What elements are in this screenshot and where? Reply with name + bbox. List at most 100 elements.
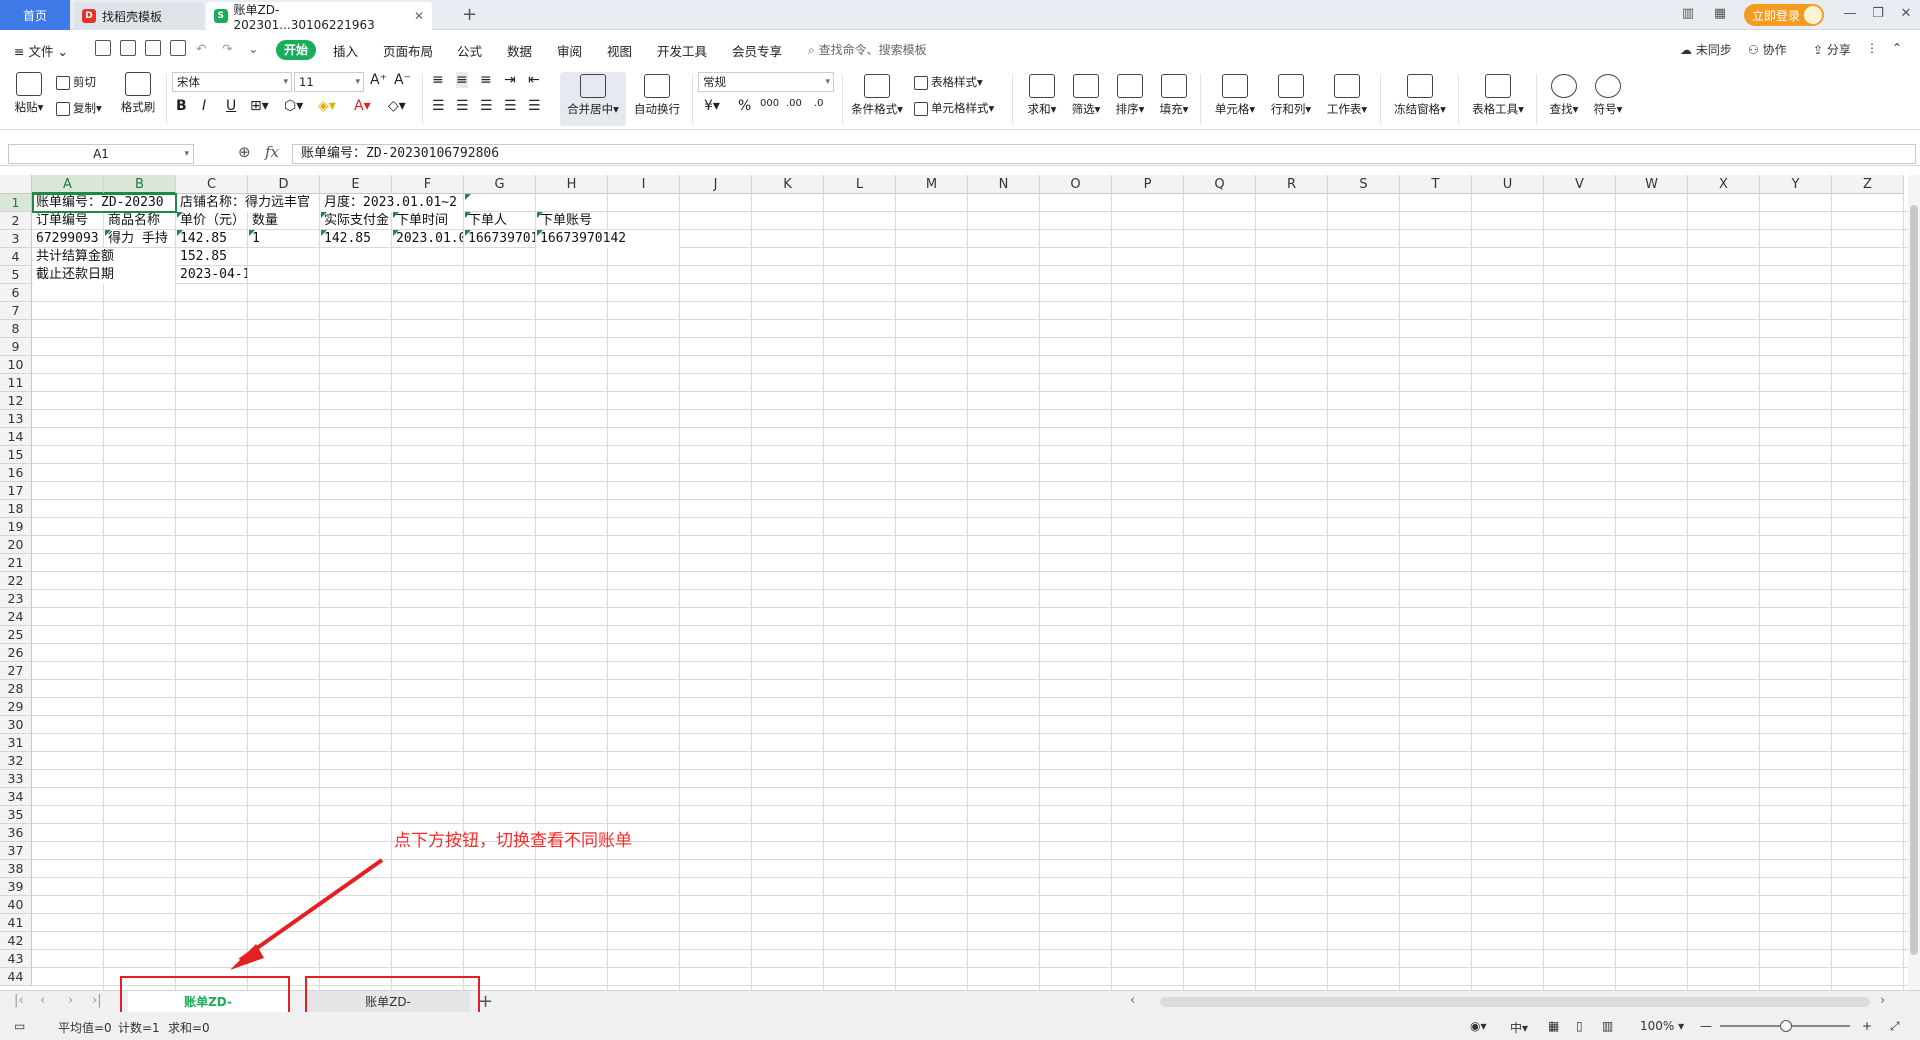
row-header-31[interactable]: 31 [0, 734, 32, 752]
italic-icon[interactable]: I [202, 98, 206, 114]
cell-c5[interactable]: 2023-04-14 [177, 266, 247, 284]
row-header-9[interactable]: 9 [0, 338, 32, 356]
prev-sheet-icon[interactable]: ‹ [40, 993, 45, 1008]
menu-page-layout[interactable]: 页面布局 [383, 41, 433, 60]
cell-e2[interactable]: 实际支付金 [321, 212, 391, 230]
row-header-30[interactable]: 30 [0, 716, 32, 734]
currency-icon[interactable]: ¥▾ [704, 98, 720, 114]
sort-button[interactable]: 排序▾ [1112, 74, 1148, 117]
row-header-1[interactable]: 1 [0, 194, 32, 212]
align-bottom-icon[interactable]: ≡ [480, 72, 492, 88]
close-icon[interactable]: ✕ [414, 9, 424, 23]
cell-c1[interactable]: 店铺名称：得力远丰官 [177, 194, 319, 212]
fill-color-icon[interactable]: ◈▾ [318, 98, 336, 114]
cut-button[interactable]: 剪切 [56, 74, 96, 90]
row-header-10[interactable]: 10 [0, 356, 32, 374]
row-header-13[interactable]: 13 [0, 410, 32, 428]
align-top-icon[interactable]: ≡ [432, 72, 444, 88]
menu-data[interactable]: 数据 [507, 41, 532, 60]
row-header-12[interactable]: 12 [0, 392, 32, 410]
row-header-16[interactable]: 16 [0, 464, 32, 482]
hscroll-right-icon[interactable]: › [1880, 993, 1885, 1008]
eye-icon[interactable]: ◉▾ [1470, 1019, 1487, 1033]
cell-a4[interactable]: 共计结算金额 [33, 248, 175, 266]
percent-icon[interactable]: % [738, 98, 751, 114]
name-box[interactable]: A1 ▾ [8, 144, 194, 164]
new-tab-button[interactable]: + [462, 4, 477, 25]
row-header-17[interactable]: 17 [0, 482, 32, 500]
decrease-font-icon[interactable]: A⁻ [394, 72, 411, 88]
conditional-format-button[interactable]: 条件格式▾ [848, 74, 906, 117]
tab-docer[interactable]: D 找稻壳模板 [74, 2, 204, 30]
cell-style-button[interactable]: 单元格样式▾ [914, 100, 994, 116]
redo-icon[interactable]: ↷ [222, 41, 232, 56]
align-center-icon[interactable]: ☰ [456, 98, 469, 114]
row-header-41[interactable]: 41 [0, 914, 32, 932]
login-button[interactable]: 立即登录 [1744, 4, 1824, 26]
font-size-select[interactable]: 11 ▾ [294, 72, 364, 92]
collab-button[interactable]: ⚇ 协作 [1748, 41, 1787, 58]
fx-icon[interactable]: fx [265, 143, 279, 161]
filter-button[interactable]: 筛选▾ [1068, 74, 1104, 117]
wrap-text-button[interactable]: 自动换行 [632, 74, 682, 117]
row-header-3[interactable]: 3 [0, 230, 32, 248]
column-header-i[interactable]: I [608, 175, 680, 194]
more-icon[interactable]: ⋮ [1866, 41, 1878, 55]
menu-developer[interactable]: 开发工具 [657, 41, 707, 60]
column-header-a[interactable]: A [32, 175, 104, 194]
copy-button[interactable]: 复制▾ [56, 100, 102, 116]
row-header-28[interactable]: 28 [0, 680, 32, 698]
cell-f3[interactable]: 2023.01.0 [393, 230, 463, 248]
cell-h3[interactable]: 16673970142 [537, 230, 679, 248]
sum-button[interactable]: 求和▾ [1024, 74, 1060, 117]
column-header-c[interactable]: C [176, 175, 248, 194]
minimize-icon[interactable]: — [1842, 6, 1858, 22]
row-header-11[interactable]: 11 [0, 374, 32, 392]
normal-view-button[interactable]: ▦ [1548, 1019, 1559, 1033]
row-col-button[interactable]: 行和列▾ [1266, 74, 1316, 117]
row-header-38[interactable]: 38 [0, 860, 32, 878]
column-header-d[interactable]: D [248, 175, 320, 194]
row-header-29[interactable]: 29 [0, 698, 32, 716]
save-icon[interactable] [95, 40, 111, 56]
hscroll-left-icon[interactable]: ‹ [1130, 993, 1135, 1008]
column-header-h[interactable]: H [536, 175, 608, 194]
menu-member[interactable]: 会员专享 [732, 41, 782, 60]
row-header-35[interactable]: 35 [0, 806, 32, 824]
share-button[interactable]: ⇪ 分享 [1813, 41, 1851, 58]
paste-button[interactable]: 粘贴▾ [12, 72, 46, 115]
cell-e1[interactable]: 月度：2023.01.01~2 [321, 194, 463, 212]
font-color-icon[interactable]: A▾ [354, 98, 371, 114]
menu-formula[interactable]: 公式 [457, 41, 482, 60]
distribute-icon[interactable]: ☰ [528, 98, 541, 114]
fullscreen-icon[interactable]: ⤢ [1890, 1019, 1900, 1034]
column-header-t[interactable]: T [1400, 175, 1472, 194]
row-header-5[interactable]: 5 [0, 266, 32, 284]
column-header-j[interactable]: J [680, 175, 752, 194]
print-icon[interactable] [145, 40, 161, 56]
underline-icon[interactable]: U [226, 98, 236, 114]
cell-b3[interactable]: 得力 手持 [105, 230, 175, 248]
format-painter-button[interactable]: 格式刷 [118, 72, 158, 115]
last-sheet-icon[interactable]: ›| [92, 993, 102, 1008]
cell-b2[interactable]: 商品名称 [105, 212, 175, 230]
row-header-22[interactable]: 22 [0, 572, 32, 590]
column-header-e[interactable]: E [320, 175, 392, 194]
row-header-42[interactable]: 42 [0, 932, 32, 950]
cell-e3[interactable]: 142.85 [321, 230, 391, 248]
cell-c2[interactable]: 单价（元） [177, 212, 247, 230]
row-header-6[interactable]: 6 [0, 284, 32, 302]
cell-d2[interactable]: 数量 [249, 212, 319, 230]
collapse-ribbon-icon[interactable]: ⌃ [1892, 41, 1902, 55]
justify-icon[interactable]: ☰ [504, 98, 517, 114]
row-header-20[interactable]: 20 [0, 536, 32, 554]
column-header-k[interactable]: K [752, 175, 824, 194]
increase-font-icon[interactable]: A⁺ [370, 72, 387, 88]
sheet-status-icon[interactable]: ▭ [14, 1019, 25, 1033]
zoom-in-icon[interactable]: + [1862, 1019, 1872, 1033]
column-header-l[interactable]: L [824, 175, 896, 194]
row-header-19[interactable]: 19 [0, 518, 32, 536]
zoom-out-icon[interactable]: — [1700, 1019, 1712, 1033]
column-header-o[interactable]: O [1040, 175, 1112, 194]
thousands-icon[interactable]: 000 [760, 98, 779, 109]
